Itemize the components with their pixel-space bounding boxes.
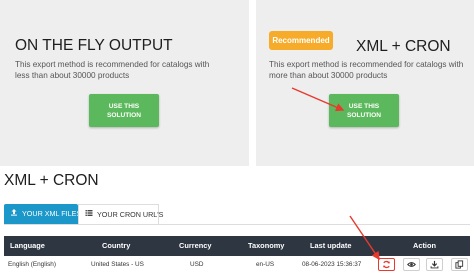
col-currency: Currency <box>179 241 212 250</box>
download-button[interactable] <box>426 258 443 271</box>
view-button[interactable] <box>403 258 420 271</box>
col-country: Country <box>102 241 131 250</box>
eye-icon <box>407 260 416 269</box>
use-xml-cron-button-line1: USE THIS <box>348 102 380 110</box>
col-taxonomy: Taxonomy <box>248 241 285 250</box>
xml-cron-description-line2: more than about 30000 products <box>269 71 388 80</box>
table-row: English (English) United States - US USD… <box>4 256 470 276</box>
tab-your-cron-urls-label: YOUR CRON URL'S <box>97 209 164 219</box>
col-language: Language <box>10 241 45 250</box>
on-the-fly-card: ON THE FLY OUTPUT This export method is … <box>0 0 249 166</box>
xml-cron-card: Recommended XML + CRON This export metho… <box>256 0 474 166</box>
upload-icon <box>10 204 18 224</box>
list-icon <box>85 205 93 225</box>
cell-last-update: 08-06-2023 15:36:37 <box>302 261 362 268</box>
cell-taxonomy: en-US <box>256 261 275 268</box>
table-header: Language Country Currency Taxonomy Last … <box>4 236 470 256</box>
cell-language: English (English) <box>8 261 56 268</box>
use-xml-cron-button-line2: SOLUTION <box>346 111 382 119</box>
section-heading: XML + CRON <box>4 172 99 189</box>
use-on-the-fly-button-line2: SOLUTION <box>106 111 142 119</box>
on-the-fly-description-line2: less than about 30000 products <box>15 71 130 80</box>
cell-currency: USD <box>190 261 204 268</box>
xml-cron-description-line1: This export method is recommended for ca… <box>269 60 464 69</box>
use-on-the-fly-button-line1: USE THIS <box>108 102 140 110</box>
xml-cron-title: XML + CRON <box>356 38 451 55</box>
use-xml-cron-button[interactable]: USE THIS SOLUTION <box>329 94 399 127</box>
refresh-button[interactable] <box>378 258 395 271</box>
use-on-the-fly-button-label: USE THIS SOLUTION <box>107 102 141 120</box>
tab-your-xml-files-label: YOUR XML FILES <box>22 209 82 218</box>
cell-country: United States - US <box>91 261 144 268</box>
refresh-icon <box>382 260 391 269</box>
on-the-fly-title: ON THE FLY OUTPUT <box>15 37 173 54</box>
tab-your-cron-urls[interactable]: YOUR CRON URL'S <box>78 204 163 225</box>
tabs: YOUR XML FILES YOUR CRON URL'S <box>4 204 163 225</box>
col-action: Action <box>413 241 436 250</box>
tab-divider <box>4 224 470 225</box>
recommended-badge: Recommended <box>269 31 333 50</box>
use-on-the-fly-button[interactable]: USE THIS SOLUTION <box>89 94 159 127</box>
copy-button[interactable] <box>451 258 468 271</box>
col-last-update: Last update <box>310 241 352 250</box>
use-xml-cron-button-label: USE THIS SOLUTION <box>347 102 381 120</box>
copy-icon <box>455 260 464 269</box>
tab-your-xml-files[interactable]: YOUR XML FILES <box>4 204 82 224</box>
on-the-fly-description-line1: This export method is recommended for ca… <box>15 60 210 69</box>
download-icon <box>430 260 439 269</box>
